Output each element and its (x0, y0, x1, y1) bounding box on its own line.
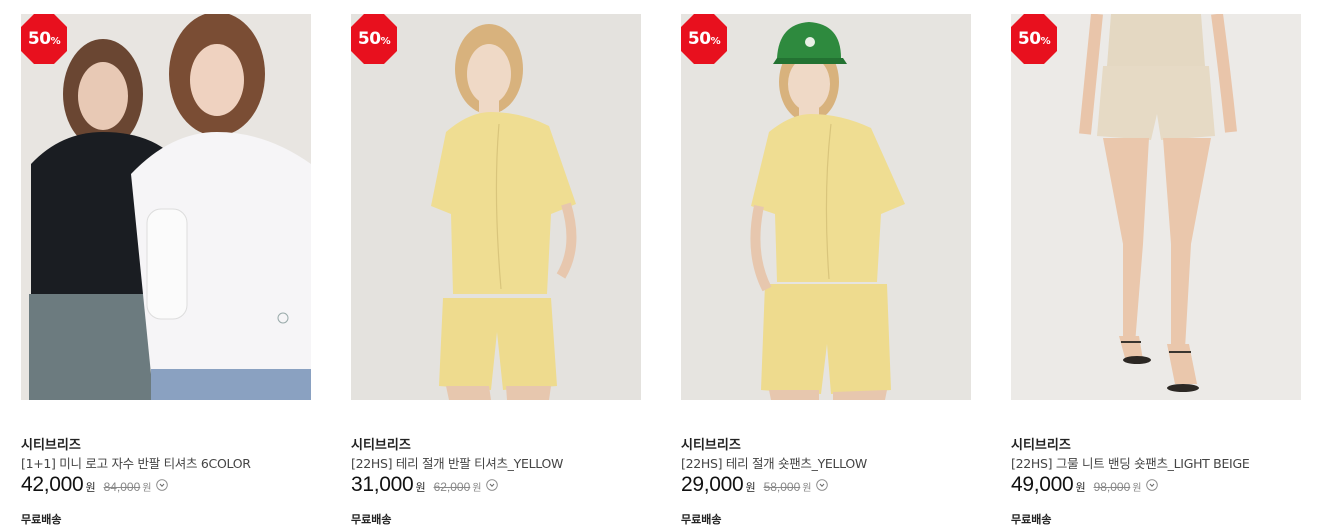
discount-percent: % (50, 36, 61, 47)
discount-percent: % (380, 36, 391, 47)
chevron-down-icon[interactable] (486, 479, 499, 491)
chevron-down-icon[interactable] (1146, 479, 1159, 491)
chevron-down-icon[interactable] (816, 479, 829, 491)
currency: 원 (1075, 481, 1086, 494)
product-image[interactable]: 50% (681, 14, 971, 400)
currency: 원 (745, 481, 756, 494)
price-row: 31,000 원 62,000 원 (351, 473, 499, 497)
original-currency: 원 (142, 483, 152, 494)
product-image[interactable]: 50% (1011, 14, 1301, 400)
discount-value: 50 (357, 29, 381, 49)
sale-price: 49,000 (1011, 473, 1074, 496)
original-price: 58,000 (763, 480, 801, 494)
original-price: 84,000 (103, 480, 141, 494)
chevron-down-icon[interactable] (156, 479, 169, 491)
original-price: 98,000 (1093, 480, 1131, 494)
price-row: 49,000 원 98,000 원 (1011, 473, 1159, 497)
product-card[interactable]: 50% 시티브리즈 [22HS] 그물 니트 밴딩 숏팬츠_LIGHT BEIG… (1011, 14, 1301, 528)
product-photo (681, 14, 971, 400)
discount-badge: 50% (351, 14, 397, 64)
brand-name[interactable]: 시티브리즈 (351, 434, 411, 453)
discount-badge: 50% (681, 14, 727, 64)
product-name[interactable]: [22HS] 그물 니트 밴딩 숏팬츠_LIGHT BEIGE (1011, 453, 1250, 472)
product-photo (21, 14, 311, 400)
sale-price: 29,000 (681, 473, 744, 496)
original-currency: 원 (802, 483, 812, 494)
currency: 원 (85, 481, 96, 494)
price-row: 42,000 원 84,000 원 (21, 473, 169, 497)
discount-percent: % (1040, 36, 1051, 47)
currency: 원 (415, 481, 426, 494)
original-price: 62,000 (433, 480, 471, 494)
free-shipping-label: 무료배송 (1011, 513, 1052, 526)
brand-name[interactable]: 시티브리즈 (21, 434, 81, 453)
product-name[interactable]: [1+1] 미니 로고 자수 반팔 티셔츠 6COLOR (21, 453, 251, 472)
product-image[interactable]: 50% (21, 14, 311, 400)
discount-value: 50 (687, 29, 711, 49)
brand-name[interactable]: 시티브리즈 (1011, 434, 1071, 453)
discount-badge: 50% (21, 14, 67, 64)
product-card[interactable]: 50% 시티브리즈 [22HS] 테리 절개 숏팬츠_YELLOW 29,000… (681, 14, 971, 528)
discount-value: 50 (1017, 29, 1041, 49)
free-shipping-label: 무료배송 (351, 513, 392, 526)
original-currency: 원 (472, 483, 482, 494)
product-image[interactable]: 50% (351, 14, 641, 400)
discount-value: 50 (27, 29, 51, 49)
product-photo (1011, 14, 1301, 400)
sale-price: 31,000 (351, 473, 414, 496)
free-shipping-label: 무료배송 (21, 513, 62, 526)
original-currency: 원 (1132, 483, 1142, 494)
product-photo (351, 14, 641, 400)
product-name[interactable]: [22HS] 테리 절개 반팔 티셔츠_YELLOW (351, 453, 563, 472)
free-shipping-label: 무료배송 (681, 513, 722, 526)
brand-name[interactable]: 시티브리즈 (681, 434, 741, 453)
product-card[interactable]: 50% 시티브리즈 [1+1] 미니 로고 자수 반팔 티셔츠 6COLOR 4… (21, 14, 311, 528)
product-grid: 50% 시티브리즈 [1+1] 미니 로고 자수 반팔 티셔츠 6COLOR 4… (0, 0, 1321, 528)
sale-price: 42,000 (21, 473, 84, 496)
discount-percent: % (710, 36, 721, 47)
product-name[interactable]: [22HS] 테리 절개 숏팬츠_YELLOW (681, 453, 867, 472)
product-card[interactable]: 50% 시티브리즈 [22HS] 테리 절개 반팔 티셔츠_YELLOW 31,… (351, 14, 641, 528)
price-row: 29,000 원 58,000 원 (681, 473, 829, 497)
discount-badge: 50% (1011, 14, 1057, 64)
